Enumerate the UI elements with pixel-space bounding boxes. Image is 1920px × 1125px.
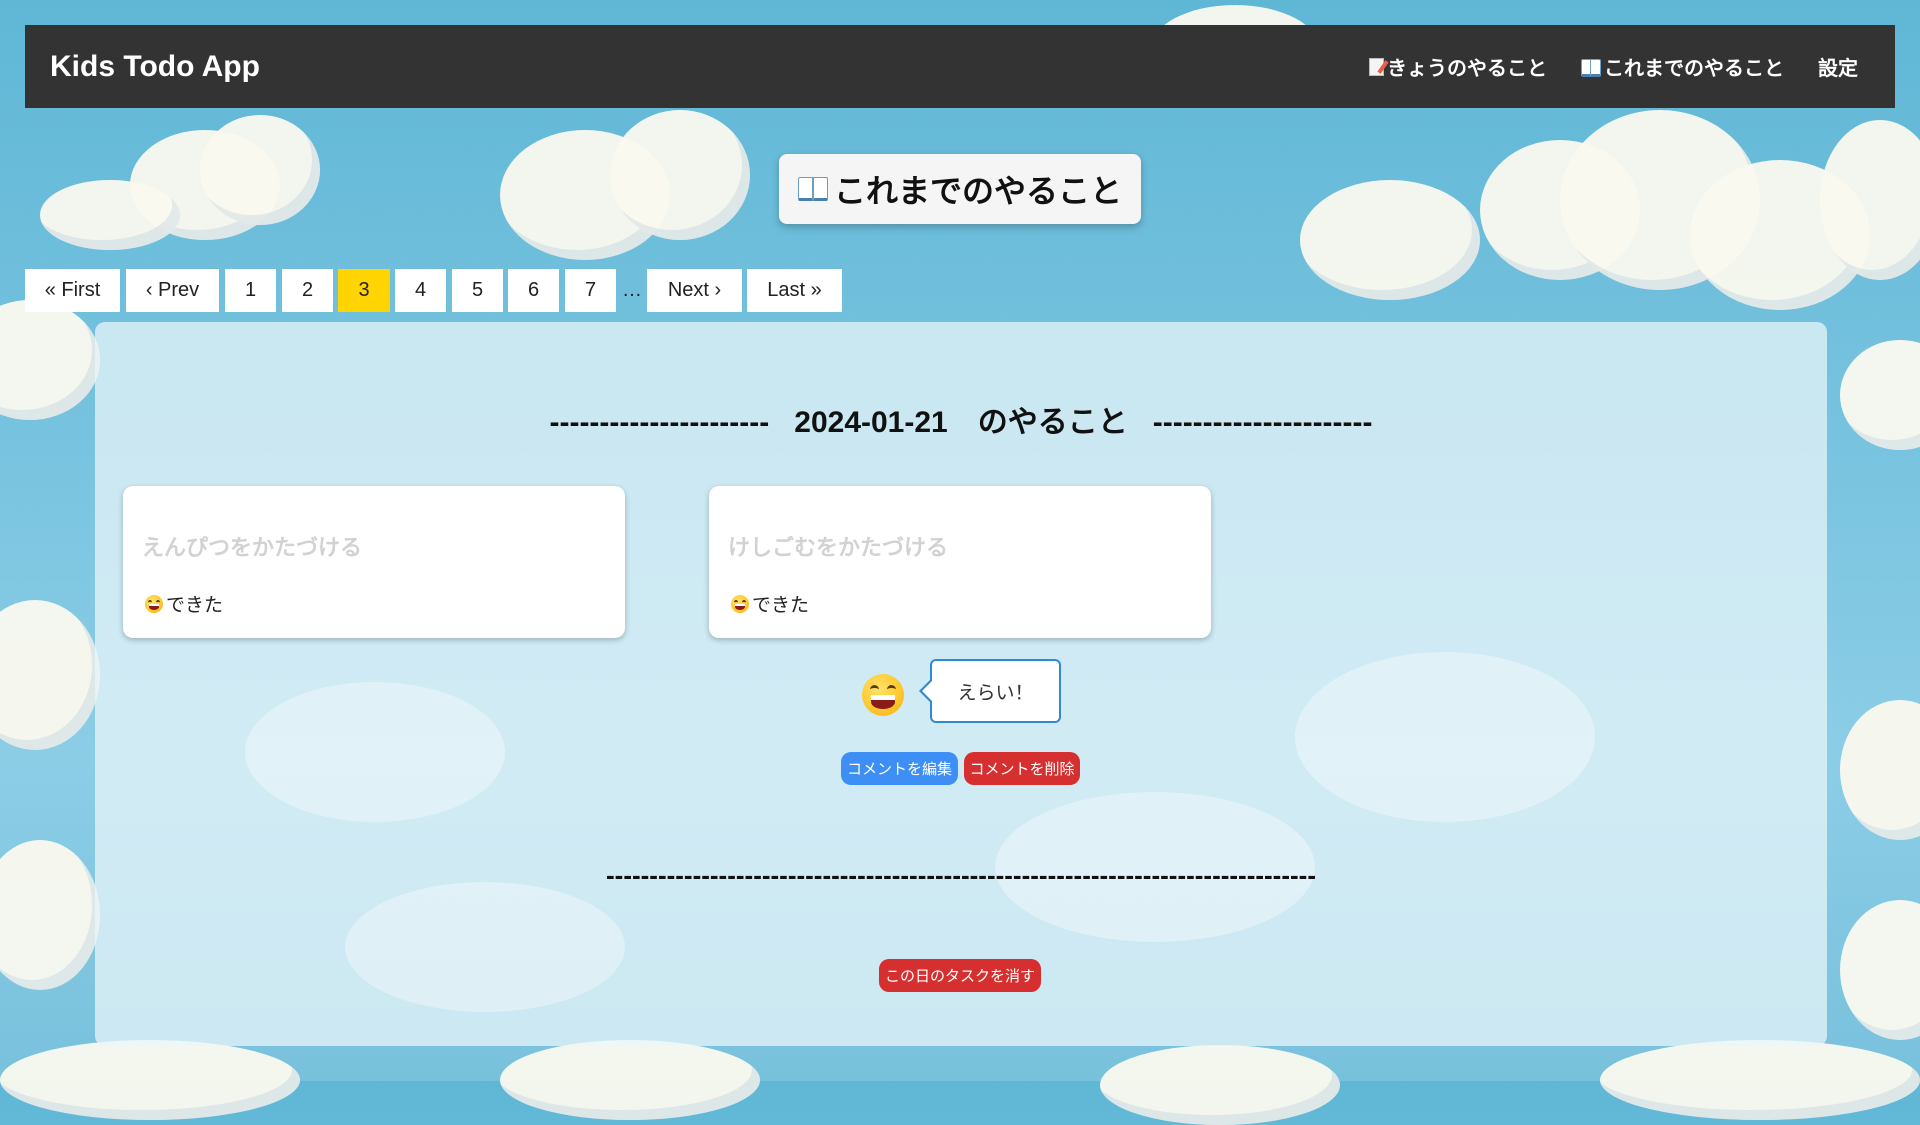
task-status: できた bbox=[145, 590, 223, 617]
comment-bubble: えらい！ bbox=[919, 659, 1061, 723]
nav-links: きょうのやること これまでのやること 設定 bbox=[1369, 52, 1870, 81]
page-button-3-current[interactable]: 3 bbox=[338, 269, 390, 312]
nav-link-today-label: きょうのやること bbox=[1387, 58, 1547, 80]
nav-link-settings[interactable]: 設定 bbox=[1818, 52, 1858, 81]
page-button-4[interactable]: 4 bbox=[395, 269, 446, 312]
page-button-1[interactable]: 1 bbox=[225, 269, 276, 312]
comment-avatar bbox=[862, 674, 904, 721]
page-title-label: これまでのやること bbox=[833, 173, 1122, 209]
nav-link-history-label: これまでのやること bbox=[1604, 58, 1784, 80]
page-button-2[interactable]: 2 bbox=[282, 269, 333, 312]
comment-text: えらい！ bbox=[957, 682, 1034, 704]
nav-link-settings-label: 設定 bbox=[1818, 58, 1858, 80]
task-status-label: できた bbox=[752, 595, 810, 616]
nav-link-history[interactable]: これまでのやること bbox=[1581, 52, 1784, 81]
navbar: Kids Todo App きょうのやること これまでのやること 設定 bbox=[25, 25, 1895, 108]
task-card[interactable]: けしごむをかたづける できた bbox=[709, 486, 1211, 638]
delete-day-tasks-button[interactable]: この日のタスクを消す bbox=[879, 959, 1041, 992]
page-button-5[interactable]: 5 bbox=[452, 269, 503, 312]
task-title: えんぴつをかたづける bbox=[142, 535, 363, 560]
section-divider: ----------------------------------------… bbox=[606, 860, 1316, 890]
grinning-face-icon bbox=[145, 594, 163, 613]
delete-comment-button[interactable]: コメントを削除 bbox=[964, 752, 1080, 785]
page-first-button[interactable]: « First bbox=[25, 269, 120, 312]
task-status-label: できた bbox=[166, 595, 224, 616]
edit-comment-button[interactable]: コメントを編集 bbox=[841, 752, 958, 785]
page-button-7[interactable]: 7 bbox=[565, 269, 616, 312]
brand-title[interactable]: Kids Todo App bbox=[50, 50, 260, 84]
date-heading: ---------------------- 2024-01-21 のやること … bbox=[549, 406, 1373, 439]
nav-link-today[interactable]: きょうのやること bbox=[1369, 52, 1547, 81]
page-button-6[interactable]: 6 bbox=[508, 269, 559, 312]
memo-icon bbox=[1369, 57, 1384, 76]
grinning-face-icon bbox=[731, 594, 749, 613]
page-prev-button[interactable]: ‹ Prev bbox=[126, 269, 219, 312]
task-card[interactable]: えんぴつをかたづける できた bbox=[123, 486, 625, 638]
grinning-face-icon bbox=[862, 674, 904, 716]
page-title: これまでのやること bbox=[779, 154, 1141, 224]
task-status: できた bbox=[731, 590, 809, 617]
day-panel: ---------------------- 2024-01-21 のやること … bbox=[95, 322, 1827, 1046]
pagination-ellipsis: … bbox=[622, 279, 642, 301]
task-title: けしごむをかたづける bbox=[728, 535, 949, 560]
page-last-button[interactable]: Last » bbox=[747, 269, 842, 312]
page-next-button[interactable]: Next › bbox=[647, 269, 742, 312]
open-book-icon bbox=[1581, 59, 1601, 77]
open-book-icon bbox=[797, 177, 828, 201]
